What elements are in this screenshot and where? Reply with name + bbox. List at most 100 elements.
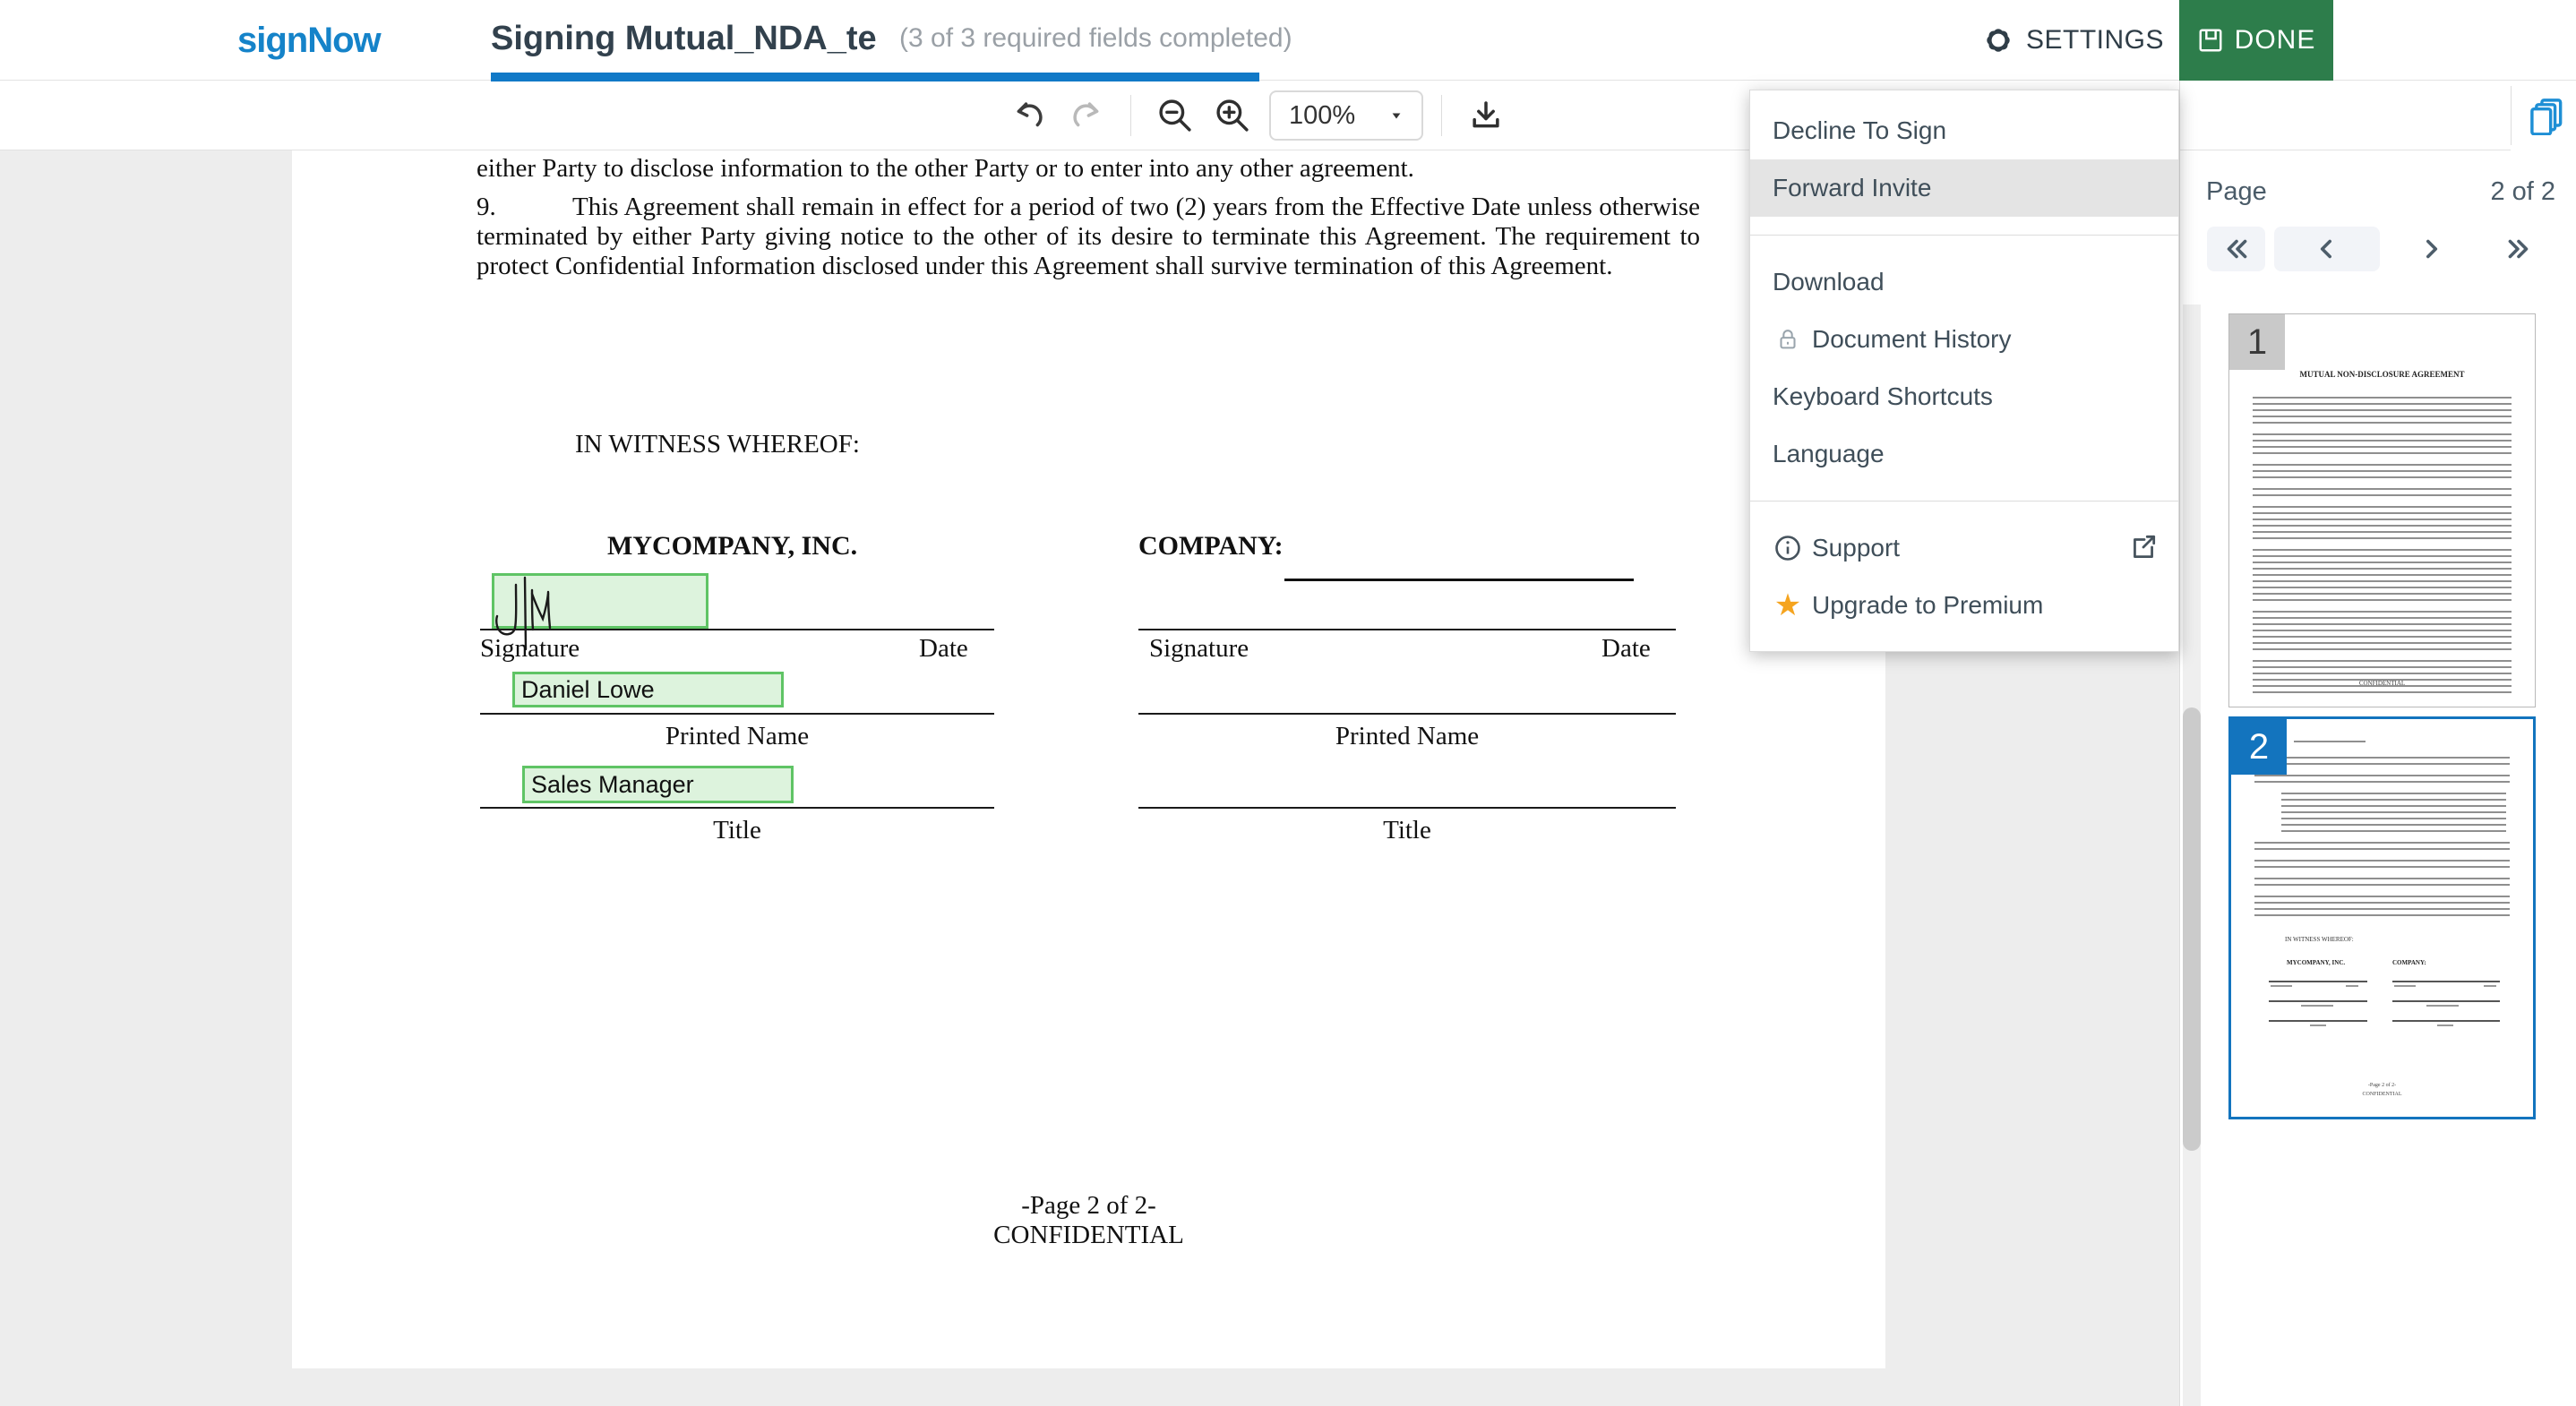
menu-item-forward-invite[interactable]: Forward Invite	[1750, 159, 2178, 217]
printed-name-label-right: Printed Name	[1138, 722, 1676, 751]
menu-item-label: Forward Invite	[1773, 174, 1931, 202]
thumbnail-2-footer-page: -Page 2 of 2-	[2231, 1083, 2533, 1088]
thumbnail-2-right-company: COMPANY:	[2392, 959, 2426, 966]
thumbnail-1-footer: CONFIDENTIAL	[2229, 680, 2535, 687]
next-page-button[interactable]	[2404, 227, 2458, 271]
printed-name-line-right	[1138, 713, 1676, 715]
previous-page-button[interactable]	[2274, 227, 2380, 271]
fields-progress-bar	[491, 73, 1259, 81]
page-thumbnail-1[interactable]: 1 MUTUAL NON-DISCLOSURE AGREEMENT CONFID…	[2228, 313, 2536, 707]
menu-item-document-history[interactable]: Document History	[1750, 311, 2178, 368]
zoom-level-value: 100%	[1289, 101, 1355, 131]
title-line-right	[1138, 807, 1676, 809]
paragraph-intro: either Party to disclose information to …	[477, 154, 1700, 184]
panel-toolbar-divider	[2511, 86, 2512, 145]
clause-text: This Agreement shall remain in effect fo…	[477, 193, 1700, 280]
document-page-2: either Party to disclose information to …	[292, 150, 1885, 1368]
save-icon	[2197, 27, 2224, 54]
settings-button[interactable]: SETTINGS	[1981, 0, 2164, 81]
settings-dropdown-menu: Decline To Sign Forward Invite Download …	[1749, 90, 2179, 652]
document-title-wrap: Signing Mutual_NDA_te (3 of 3 required f…	[491, 0, 1292, 77]
thumbnail-2-number: 2	[2231, 719, 2287, 775]
page-footer-confidential: CONFIDENTIAL	[292, 1221, 1885, 1250]
menu-item-label: Language	[1773, 440, 1885, 468]
company-blank-line	[1284, 579, 1634, 581]
title-label-right: Title	[1138, 816, 1676, 845]
signnow-signing-app: signNow Signing Mutual_NDA_te (3 of 3 re…	[0, 0, 2576, 1406]
pages-panel-toolbar	[2180, 81, 2576, 150]
menu-item-upgrade-to-premium[interactable]: ★ Upgrade to Premium	[1750, 577, 2178, 634]
menu-item-label: Support	[1812, 534, 1900, 562]
zoom-level-select[interactable]: 100%	[1269, 90, 1423, 141]
required-fields-status: (3 of 3 required fields completed)	[899, 23, 1292, 54]
printed-name-label-left: Printed Name	[480, 722, 994, 751]
gear-icon	[1981, 23, 2015, 57]
printed-name-field[interactable]: Daniel Lowe	[512, 672, 784, 707]
info-circle-icon	[1773, 534, 1803, 562]
last-page-button[interactable]	[2489, 227, 2547, 271]
signature-field[interactable]	[492, 573, 708, 629]
settings-label: SETTINGS	[2026, 25, 2164, 56]
date-label-left: Date	[919, 634, 968, 664]
pages-panel-toggle-button[interactable]	[2520, 88, 2574, 143]
page-footer-number: -Page 2 of 2-	[292, 1191, 1885, 1221]
menu-divider	[1750, 501, 2178, 502]
witness-line: IN WITNESS WHEREOF:	[575, 430, 860, 459]
lock-icon	[1773, 326, 1803, 353]
menu-item-decline-to-sign[interactable]: Decline To Sign	[1750, 102, 2178, 159]
menu-item-keyboard-shortcuts[interactable]: Keyboard Shortcuts	[1750, 368, 2178, 425]
signature-line-left	[480, 629, 994, 630]
menu-item-language[interactable]: Language	[1750, 425, 2178, 483]
thumbnails-scrollbar-thumb[interactable]	[2183, 707, 2201, 1151]
chevron-down-icon	[1393, 113, 1401, 118]
done-button[interactable]: DONE	[2179, 0, 2333, 81]
signature-line-right	[1138, 629, 1676, 630]
title-line-left	[480, 807, 994, 809]
external-link-icon	[2128, 532, 2159, 562]
signnow-logo: signNow	[237, 0, 381, 81]
header: signNow Signing Mutual_NDA_te (3 of 3 re…	[0, 0, 2576, 81]
left-company-name: MYCOMPANY, INC.	[607, 531, 857, 562]
menu-item-label: Upgrade to Premium	[1812, 591, 2043, 620]
menu-item-label: Keyboard Shortcuts	[1773, 382, 1993, 411]
clause-number: 9.	[477, 193, 572, 222]
menu-item-download[interactable]: Download	[1750, 253, 2178, 311]
star-icon: ★	[1773, 592, 1803, 619]
signature-label-right: Signature	[1149, 634, 1249, 664]
toolbar-controls: 100%	[1003, 81, 1512, 150]
pages-panel: Page 2 of 2	[2179, 81, 2576, 1406]
toolbar-divider	[1441, 95, 1442, 136]
page-nav-row	[2180, 227, 2576, 271]
thumbnail-2-left-company: MYCOMPANY, INC.	[2287, 959, 2345, 966]
undo-button[interactable]	[1003, 89, 1055, 142]
menu-item-support[interactable]: Support	[1750, 519, 2178, 577]
redo-button[interactable]	[1060, 89, 1112, 142]
page-indicator: 2 of 2	[2490, 177, 2555, 207]
thumbnail-2-witness: IN WITNESS WHEREOF:	[2285, 936, 2354, 943]
date-label-right: Date	[1601, 634, 1651, 664]
page-thumbnail-2-active[interactable]: 2 IN WITNESS WHEREOF: MYCOMPANY, INC. CO…	[2228, 716, 2536, 1119]
printed-name-line-left	[480, 713, 994, 715]
menu-item-label: Document History	[1812, 325, 2012, 354]
title-label-left: Title	[480, 816, 994, 845]
first-page-button[interactable]	[2207, 227, 2265, 271]
zoom-in-button[interactable]	[1206, 89, 1258, 142]
toolbar-divider	[1130, 95, 1131, 136]
thumbnail-1-body	[2229, 397, 2535, 703]
download-button[interactable]	[1460, 89, 1512, 142]
thumbnail-2-footer-confidential: CONFIDENTIAL	[2231, 1092, 2533, 1097]
zoom-out-button[interactable]	[1149, 89, 1201, 142]
thumbnail-1-number: 1	[2229, 314, 2285, 370]
title-field[interactable]: Sales Manager	[522, 766, 794, 803]
menu-item-label: Download	[1773, 268, 1885, 296]
document-title: Signing Mutual_NDA_te	[491, 20, 887, 58]
menu-divider	[1750, 235, 2178, 236]
done-label: DONE	[2235, 25, 2316, 56]
menu-item-label: Decline To Sign	[1773, 116, 1946, 145]
signature-label-left: Signature	[480, 634, 580, 664]
paragraph-clause-9: 9.This Agreement shall remain in effect …	[477, 193, 1700, 281]
thumbnail-1-title: MUTUAL NON-DISCLOSURE AGREEMENT	[2229, 370, 2535, 379]
page-label: Page	[2206, 177, 2267, 207]
thumbnails-scrollbar[interactable]	[2183, 304, 2201, 1406]
right-company-label: COMPANY:	[1138, 531, 1284, 562]
